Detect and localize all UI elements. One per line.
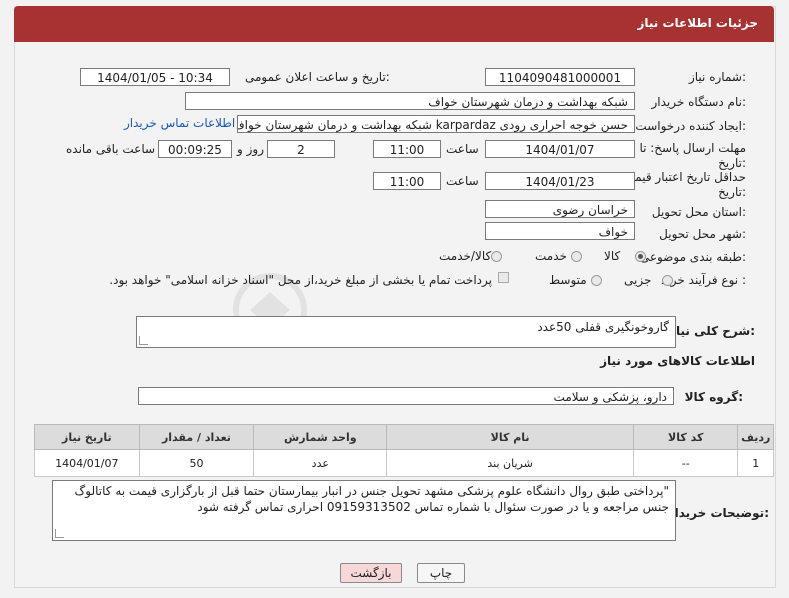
buyer-org-field: شبکه بهداشت و درمان شهرستان خواف bbox=[185, 92, 635, 110]
city-label: شهر محل تحویل: bbox=[659, 227, 746, 241]
province-label: استان محل تحویل: bbox=[651, 205, 746, 219]
col-qty: تعداد / مقدار bbox=[138, 424, 255, 450]
cell-qty: 50 bbox=[138, 449, 255, 477]
purchase-radio-minor[interactable] bbox=[662, 275, 673, 286]
remaining-time-field: 00:09:25 bbox=[158, 140, 232, 158]
col-code: کد کالا bbox=[632, 424, 739, 450]
province-field: خراسان رضوی bbox=[485, 200, 635, 218]
purchase-radio-medium[interactable] bbox=[591, 275, 602, 286]
city-field: خواف bbox=[485, 222, 635, 240]
cell-unit: عدد bbox=[253, 449, 388, 477]
resize-handle[interactable] bbox=[55, 529, 64, 538]
creator-field: حسن خوجه احراری رودی karpardaz شبکه بهدا… bbox=[237, 115, 635, 133]
summary-label: شرح کلی نیاز: bbox=[669, 324, 755, 338]
category-option-both: کالا/خدمت bbox=[439, 249, 492, 263]
creator-label: ایجاد کننده درخواست: bbox=[635, 119, 746, 133]
category-option-service: خدمت bbox=[535, 249, 567, 263]
col-row: ردیف bbox=[737, 424, 774, 450]
goods-group-label: گروه کالا: bbox=[684, 390, 743, 404]
buyer-contact-link[interactable]: اطلاعات تماس خریدار bbox=[124, 116, 235, 130]
buyer-notes-label: توضیحات خریدار: bbox=[667, 506, 769, 520]
need-number-field: 1104090481000001 bbox=[485, 68, 635, 86]
treasury-note: پرداخت تمام یا بخشی از مبلغ خرید،از محل … bbox=[109, 273, 492, 287]
cell-name: شریان بند bbox=[386, 449, 634, 477]
validity-date-field: 1404/01/23 bbox=[485, 172, 635, 190]
col-unit: واحد شمارش bbox=[253, 424, 388, 450]
reply-date-field: 1404/01/07 bbox=[485, 140, 635, 158]
announce-field: 1404/01/05 - 10:34 bbox=[80, 68, 230, 86]
purchase-type-label: نوع فرآیند خرید : bbox=[661, 273, 746, 287]
page-header: جزئیات اطلاعات نیاز bbox=[14, 6, 774, 42]
announce-label: تاریخ و ساعت اعلان عمومی: bbox=[245, 70, 390, 84]
buyer-notes-line-1: "پرداختی طبق روال دانشگاه علوم پزشکی مشه… bbox=[74, 484, 669, 498]
need-number-label: شماره نیاز: bbox=[688, 70, 746, 84]
summary-field: گاروخونگیری قفلی 50عدد bbox=[136, 316, 676, 348]
goods-table: ردیف کد کالا نام کالا واحد شمارش تعداد /… bbox=[34, 424, 774, 477]
cell-code: -- bbox=[632, 449, 739, 477]
back-button[interactable]: بازگشت bbox=[340, 563, 402, 583]
reply-deadline-label: مهلت ارسال پاسخ: تا bbox=[639, 141, 746, 155]
buyer-notes-field: "پرداختی طبق روال دانشگاه علوم پزشکی مشه… bbox=[52, 480, 676, 541]
cell-row: 1 bbox=[737, 449, 774, 477]
category-radio-service[interactable] bbox=[571, 251, 582, 262]
goods-section-title: اطلاعات کالاهای مورد نیاز bbox=[600, 354, 755, 368]
goods-group-field: دارو، پزشکی و سلامت bbox=[138, 387, 674, 405]
validity-label-2: تاریخ: bbox=[718, 185, 746, 199]
days-field: 2 bbox=[267, 140, 335, 158]
validity-time-label: ساعت bbox=[446, 174, 479, 188]
purchase-option-minor: جزیی bbox=[624, 273, 652, 287]
category-radio-both[interactable] bbox=[491, 251, 502, 262]
validity-time-field: 11:00 bbox=[373, 172, 441, 190]
category-option-goods: کالا bbox=[604, 249, 621, 263]
treasury-checkbox[interactable] bbox=[498, 272, 509, 283]
reply-time-field: 11:00 bbox=[373, 140, 441, 158]
table-header-row: ردیف کد کالا نام کالا واحد شمارش تعداد /… bbox=[34, 424, 774, 450]
col-name: نام کالا bbox=[386, 424, 634, 450]
summary-text: گاروخونگیری قفلی 50عدد bbox=[537, 320, 669, 334]
col-date: تاریخ نیاز bbox=[34, 424, 140, 450]
purchase-option-medium: متوسط bbox=[549, 273, 587, 287]
buyer-org-label: نام دستگاه خریدار: bbox=[651, 95, 747, 109]
category-radio-goods[interactable] bbox=[635, 251, 646, 262]
print-button[interactable]: چاپ bbox=[417, 563, 465, 583]
days-label: روز و bbox=[237, 142, 264, 156]
resize-handle[interactable] bbox=[139, 336, 148, 345]
page-title: جزئیات اطلاعات نیاز bbox=[637, 16, 758, 30]
buyer-notes-line-2: جنس مراجعه و یا در صورت سئوال با شماره ت… bbox=[197, 500, 669, 514]
reply-deadline-label-2: تاریخ: bbox=[718, 156, 746, 170]
cell-date: 1404/01/07 bbox=[34, 449, 140, 477]
remaining-time-label: ساعت باقی مانده bbox=[66, 142, 156, 156]
reply-time-label: ساعت bbox=[446, 142, 479, 156]
table-row: 1 -- شریان بند عدد 50 1404/01/07 bbox=[34, 449, 774, 477]
category-label: طبقه بندی موضوعی: bbox=[639, 250, 746, 264]
